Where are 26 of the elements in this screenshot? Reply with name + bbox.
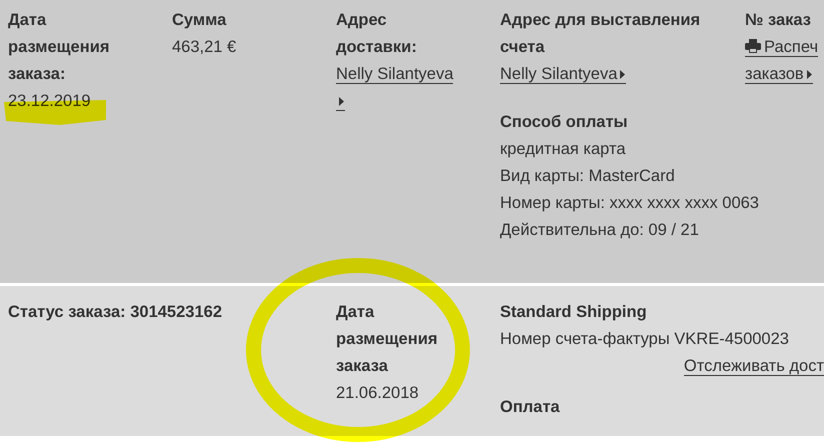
printer-icon [745,39,761,53]
payment-title: Оплата [500,397,561,418]
track-delivery-link[interactable]: Отслеживать дост [684,357,824,376]
order-status: Статус заказа: 3014523162 [8,302,223,323]
payment-detail: Номер карты: xxxx xxxx xxxx 0063 [500,193,759,214]
order-date: 21.06.2018 [336,383,420,404]
total-label: Сумма [172,10,228,31]
order-date-label: Дата размещения заказа [336,302,438,377]
total-amount: 463,21 € [172,37,238,58]
order-date-label: Дата размещения заказа: [8,10,110,85]
print-orders-link[interactable]: Распеч [745,38,818,57]
billing-address-label: Адрес для выставления счета [500,10,702,58]
caret-icon [806,69,813,80]
shipping-method: Standard Shipping [500,302,648,323]
payment-detail: Действительна до: 09 / 21 [500,220,700,241]
shipping-address-label: Адрес доставки: [336,10,418,58]
payment-detail: кредитная карта [500,139,627,160]
shipping-address-link[interactable]: Nelly Silantyeva [336,65,454,111]
billing-address-link[interactable]: Nelly Silantyeva [500,65,626,84]
order-number-label: № заказ [745,10,812,31]
caret-icon [338,96,345,107]
invoice-number: Номер счета-фактуры VKRE-4500023 [500,329,790,350]
payment-detail: Вид карты: MasterCard [500,166,676,187]
caret-icon [619,69,626,80]
print-orders-link[interactable]: заказов [745,65,813,84]
payment-method-title: Способ оплаты [500,112,629,133]
